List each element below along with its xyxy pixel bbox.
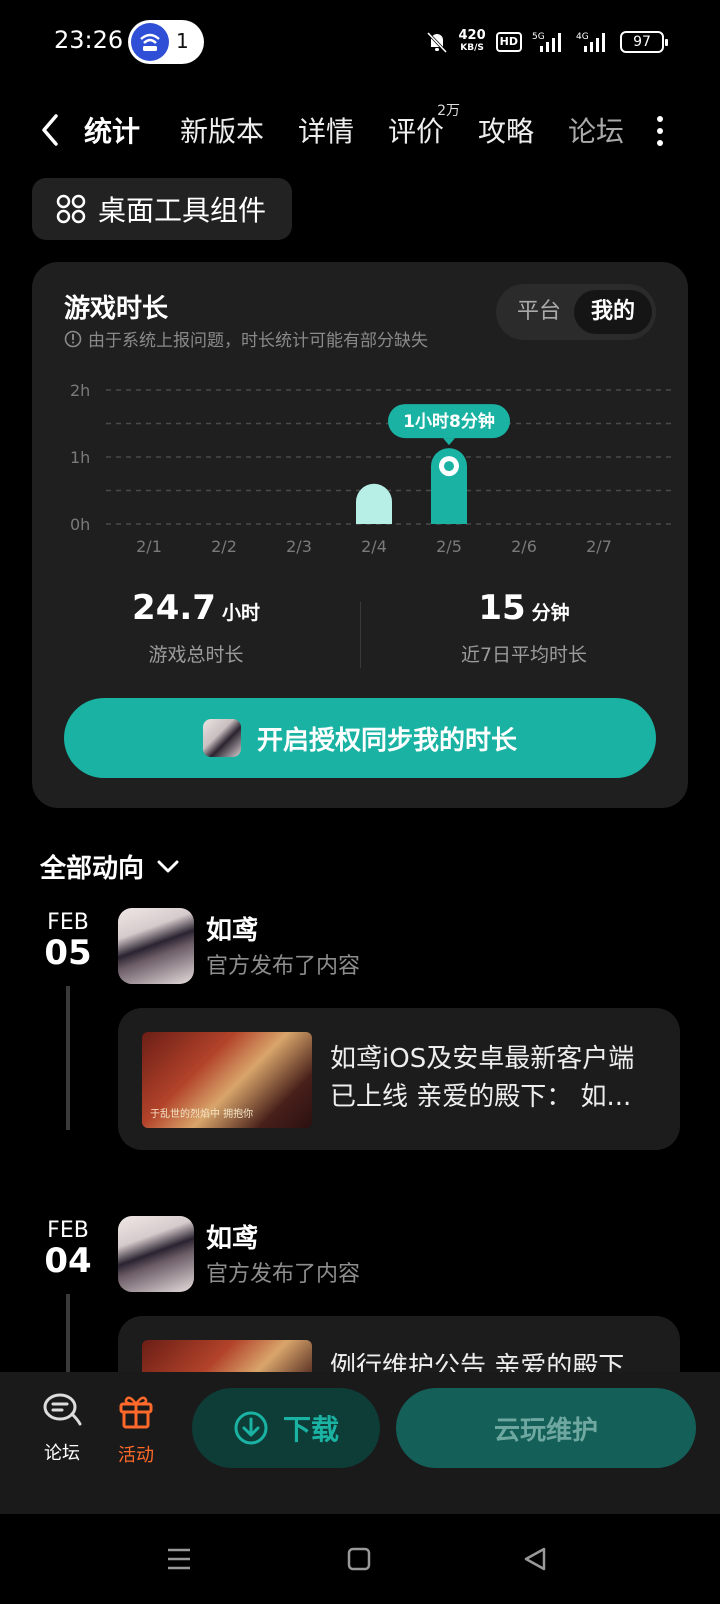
more-menu-icon[interactable] <box>656 116 664 146</box>
chevron-down-icon <box>157 860 179 872</box>
widget-button-label: 桌面工具组件 <box>98 194 267 227</box>
notification-count: 1 <box>176 29 189 53</box>
playtime-card: 游戏时长 由于系统上报问题，时长统计可能有部分缺失 平台 我的 0h 1h 2h 2/… <box>32 262 688 808</box>
game-avatar[interactable] <box>118 1216 194 1292</box>
mute-bell-icon <box>426 31 447 54</box>
activity-filter-dropdown[interactable]: 全部动向 <box>40 848 180 885</box>
forum-button[interactable]: 论坛 <box>32 1392 92 1465</box>
tab-forum[interactable]: 论坛 <box>568 110 624 150</box>
chart-bar <box>356 483 392 524</box>
y-tick-label: 0h <box>70 515 90 534</box>
chart-tooltip-text: 1小时8分钟 <box>403 411 495 432</box>
playtime-chart: 0h 1h 2h 2/1 2/2 2/3 2/4 1小时8分钟 2/5 2/6 2/7 <box>70 381 672 556</box>
entry-date: FEB 05 <box>44 910 92 973</box>
forum-chat-icon <box>43 1393 82 1426</box>
gift-icon <box>119 1396 153 1429</box>
tab-guides[interactable]: 攻略 <box>478 110 534 150</box>
svg-text:4G: 4G <box>576 32 589 42</box>
x-tick-label: 2/3 <box>286 537 312 556</box>
post-subtitle: 官方发布了内容 <box>206 1262 361 1287</box>
publisher-name[interactable]: 如鸢 <box>206 910 258 947</box>
average-playtime: 15 分钟 近7日平均时长 <box>460 588 588 666</box>
playtime-note: 由于系统上报问题，时长统计可能有部分缺失 <box>64 326 428 351</box>
x-tick-label: 2/1 <box>136 537 162 556</box>
home-icon[interactable] <box>346 1546 372 1572</box>
game-avatar-small <box>202 719 241 757</box>
status-icons: 420 KB/S HD 5G 4G 97 <box>425 24 668 60</box>
bottom-action-bar: 论坛 活动 下载 云玩维护 <box>0 1372 720 1514</box>
x-tick-label: 2/2 <box>211 537 237 556</box>
cloud-play-button[interactable]: 云玩维护 <box>396 1388 696 1468</box>
post-subtitle: 官方发布了内容 <box>206 954 361 979</box>
chart-tooltip-pointer <box>443 438 455 446</box>
chart-bar-marker-dot <box>444 461 454 472</box>
battery-icon: 97 <box>620 31 668 53</box>
toggle-mine[interactable]: 我的 <box>574 290 652 334</box>
post-text: 如鸢iOS及安卓最新客户端 已上线 亲爱的殿下： 如... <box>330 1044 635 1112</box>
entry-date: FEB 04 <box>44 1218 92 1281</box>
signal-5g-icon: 5G <box>532 32 561 52</box>
x-tick-label: 2/6 <box>511 537 537 556</box>
hd-badge: HD <box>495 32 522 52</box>
signal-4g-icon: 4G <box>576 32 605 52</box>
platform-mine-toggle: 平台 我的 <box>496 284 656 340</box>
info-icon <box>64 330 82 347</box>
activity-button[interactable]: 活动 <box>106 1392 166 1467</box>
toggle-platform[interactable]: 平台 <box>500 290 578 334</box>
sync-playtime-button[interactable]: 开启授权同步我的时长 <box>64 698 656 778</box>
notification-pill[interactable]: 1 <box>128 20 204 64</box>
x-tick-label: 2/5 <box>436 537 462 556</box>
reviews-count-badge: 2万 <box>437 103 461 119</box>
back-icon[interactable] <box>522 1546 548 1572</box>
status-bar: 23:26 1 420 KB/S HD 5G 4G 97 <box>0 0 720 84</box>
playtime-title: 游戏时长 <box>64 294 169 324</box>
menu-icon[interactable] <box>166 1546 192 1572</box>
x-tick-label: 2/4 <box>361 537 387 556</box>
publisher-name[interactable]: 如鸢 <box>206 1218 258 1255</box>
clock: 23:26 <box>54 26 124 54</box>
desktop-widget-button[interactable]: 桌面工具组件 <box>32 178 292 240</box>
post-thumbnail: 于乱世的烈焰中 拥抱你 <box>142 1032 312 1128</box>
tab-stats[interactable]: 统计 <box>79 110 145 156</box>
svg-text:5G: 5G <box>532 32 545 42</box>
back-arrow-icon[interactable] <box>36 112 64 148</box>
timeline-line <box>66 986 70 1130</box>
x-tick-label: 2/7 <box>586 537 612 556</box>
tab-reviews[interactable]: 评价 2万 <box>388 103 460 150</box>
total-playtime: 24.7 小时 游戏总时长 <box>132 588 260 666</box>
y-tick-label: 2h <box>70 381 90 400</box>
top-tab-bar: 统计 新版本 详情 评价 2万 攻略 论坛 <box>0 100 720 160</box>
tab-details[interactable]: 详情 <box>298 110 354 150</box>
download-icon <box>234 1411 268 1445</box>
timeline-line <box>66 1294 70 1374</box>
game-avatar[interactable] <box>118 908 194 984</box>
download-button[interactable]: 下载 <box>192 1388 380 1468</box>
widget-grid-icon <box>56 194 86 224</box>
tab-new-version[interactable]: 新版本 <box>180 110 264 150</box>
post-card[interactable]: 于乱世的烈焰中 拥抱你 如鸢iOS及安卓最新客户端 已上线 亲爱的殿下： 如..… <box>118 1008 680 1150</box>
hotspot-icon <box>131 23 169 61</box>
network-speed: 420 KB/S <box>458 28 486 53</box>
y-tick-label: 1h <box>70 448 90 467</box>
playtime-totals: 24.7 小时 游戏总时长 15 分钟 近7日平均时长 <box>32 588 688 678</box>
system-nav-bar <box>0 1514 720 1604</box>
